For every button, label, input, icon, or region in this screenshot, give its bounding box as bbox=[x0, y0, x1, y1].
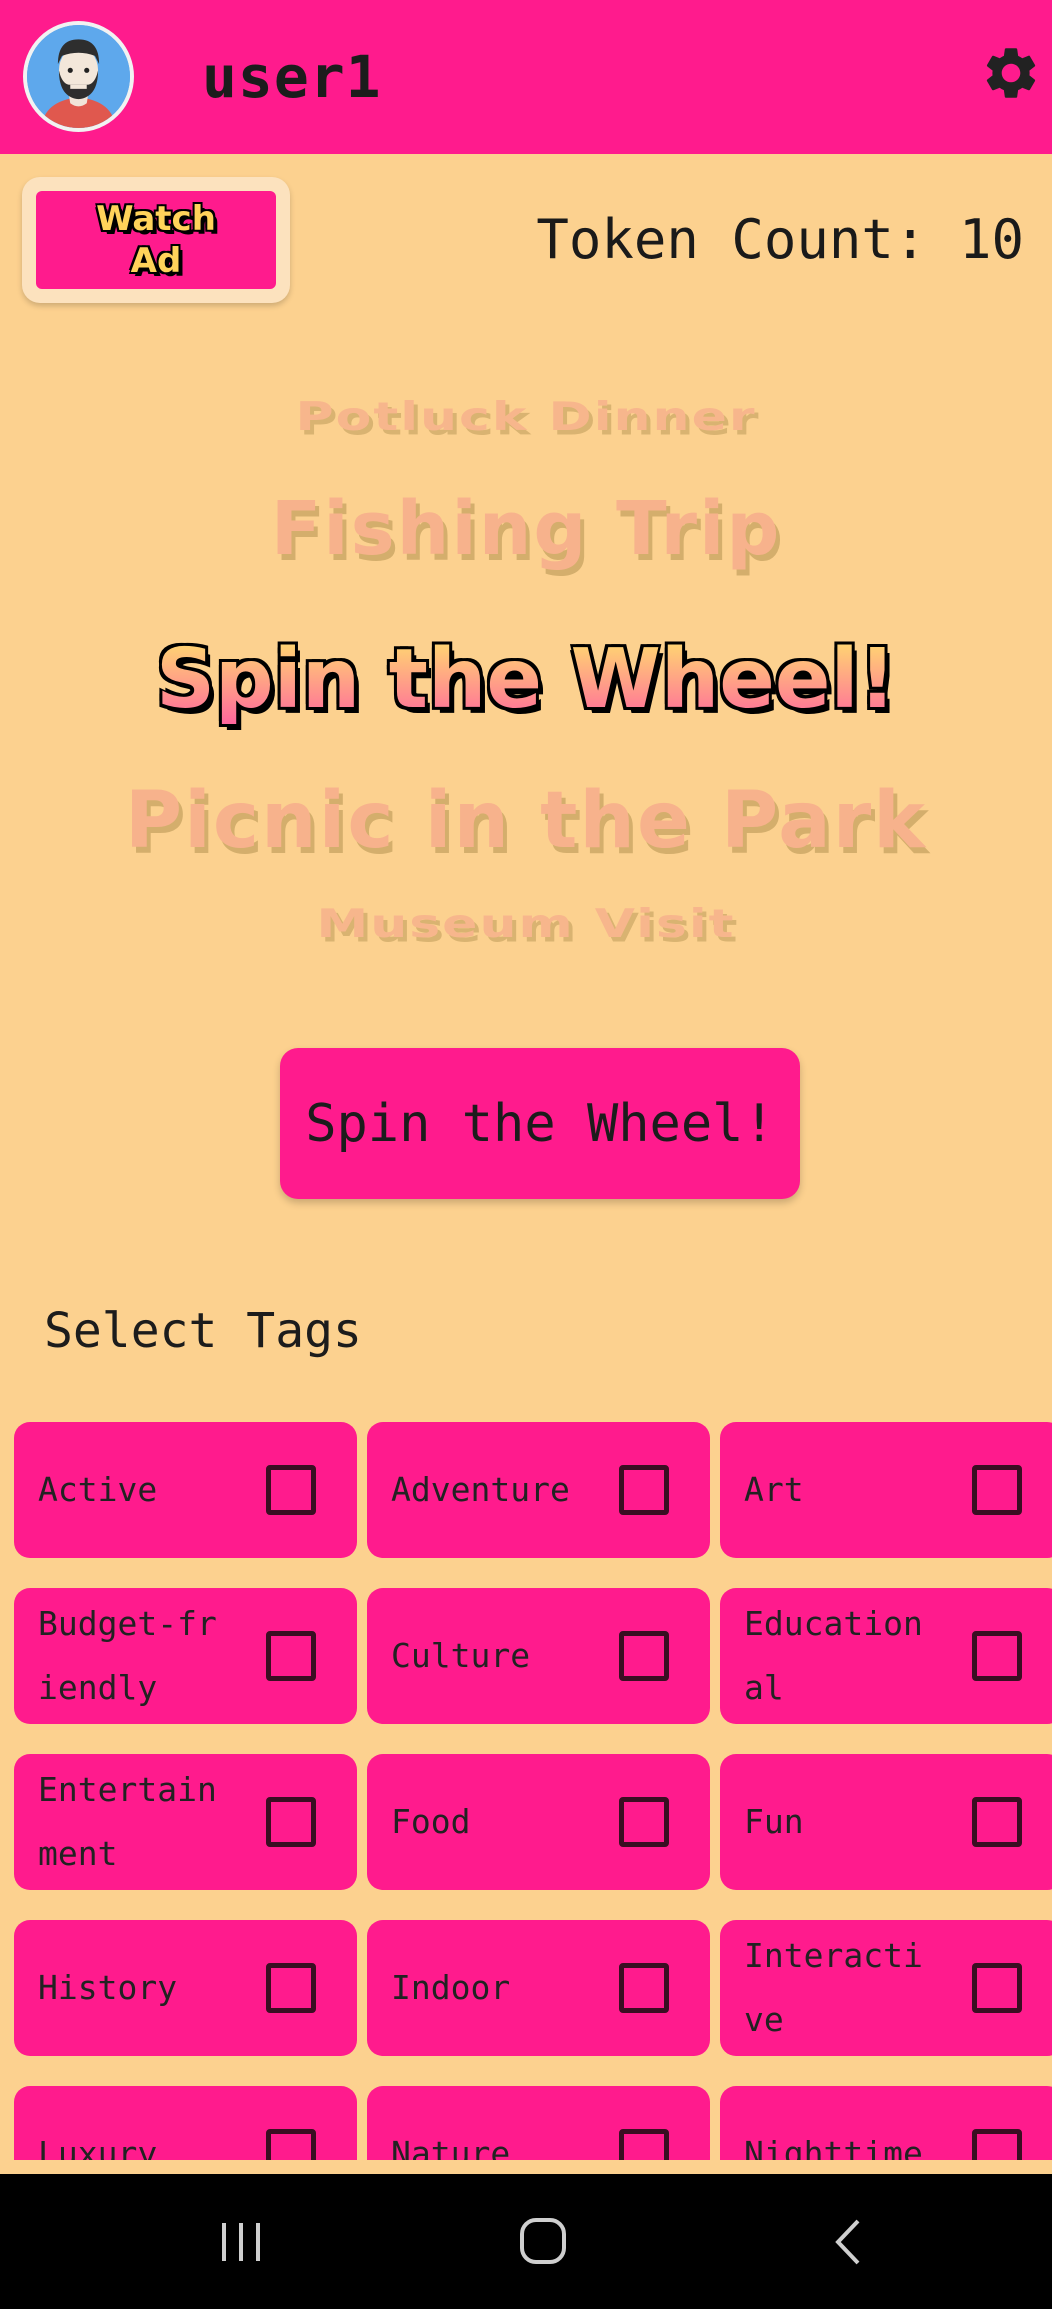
tag-item[interactable]: Nature bbox=[367, 2086, 710, 2160]
avatar-icon[interactable] bbox=[23, 21, 134, 132]
tag-checkbox[interactable] bbox=[619, 1797, 669, 1847]
tag-label: Interactive bbox=[744, 1936, 923, 2039]
tag-label: Luxury bbox=[38, 2134, 158, 2160]
tag-label: Adventure bbox=[391, 1470, 570, 1509]
tag-label: Food bbox=[391, 1802, 471, 1841]
wheel-item: Fishing Trip bbox=[270, 486, 782, 572]
tag-checkbox[interactable] bbox=[619, 1631, 669, 1681]
tag-checkbox[interactable] bbox=[619, 2129, 669, 2160]
wheel-item-selected: Spin the Wheel! bbox=[0, 630, 1052, 730]
tag-checkbox[interactable] bbox=[266, 1465, 316, 1515]
tags-list[interactable]: Active Adventure Art Budget-friendly Culture… bbox=[0, 1408, 1052, 2160]
tag-checkbox[interactable] bbox=[266, 1963, 316, 2013]
tag-checkbox[interactable] bbox=[266, 2129, 316, 2160]
tag-label: Art bbox=[744, 1470, 804, 1509]
tag-checkbox[interactable] bbox=[972, 1797, 1022, 1847]
tag-checkbox[interactable] bbox=[619, 1465, 669, 1515]
watch-ad-button[interactable]: Watch Ad bbox=[22, 177, 290, 303]
tag-item[interactable]: Fun bbox=[720, 1754, 1052, 1890]
tag-item[interactable]: Active bbox=[14, 1422, 357, 1558]
home-icon[interactable] bbox=[483, 2174, 603, 2309]
tag-label: Active bbox=[38, 1470, 158, 1509]
tag-item[interactable]: Nighttime bbox=[720, 2086, 1052, 2160]
wheel-item: Potluck Dinner bbox=[295, 394, 757, 440]
tag-checkbox[interactable] bbox=[972, 1631, 1022, 1681]
tag-label: Entertainment bbox=[38, 1770, 217, 1873]
tag-label: Nature bbox=[391, 2134, 511, 2160]
tags-grid: Active Adventure Art Budget-friendly Culture… bbox=[14, 1422, 1052, 2160]
tag-item[interactable]: Art bbox=[720, 1422, 1052, 1558]
system-nav-bar bbox=[0, 2174, 1052, 2309]
watch-ad-label: Watch Ad bbox=[96, 199, 216, 281]
tag-label: Culture bbox=[391, 1636, 531, 1675]
tag-item[interactable]: Educational bbox=[720, 1588, 1052, 1724]
tag-item[interactable]: History bbox=[14, 1920, 357, 2056]
app-header: user1 bbox=[0, 0, 1052, 154]
wheel-item: Picnic in the Park bbox=[124, 776, 928, 866]
tag-label: Indoor bbox=[391, 1968, 511, 2007]
tag-checkbox[interactable] bbox=[619, 1963, 669, 2013]
tag-checkbox[interactable] bbox=[266, 1797, 316, 1847]
tag-item[interactable]: Culture bbox=[367, 1588, 710, 1724]
tag-checkbox[interactable] bbox=[972, 1963, 1022, 2013]
recent-apps-icon[interactable] bbox=[181, 2174, 301, 2309]
tag-item[interactable]: Adventure bbox=[367, 1422, 710, 1558]
tag-checkbox[interactable] bbox=[266, 1631, 316, 1681]
tag-item[interactable]: Indoor bbox=[367, 1920, 710, 2056]
tag-label: Educational bbox=[744, 1604, 923, 1707]
gear-icon[interactable] bbox=[980, 42, 1042, 104]
back-icon[interactable] bbox=[785, 2174, 905, 2309]
token-count: Token Count: 10 bbox=[536, 208, 1024, 271]
tag-label: Fun bbox=[744, 1802, 804, 1841]
tag-item[interactable]: Entertainment bbox=[14, 1754, 357, 1890]
tag-checkbox[interactable] bbox=[972, 1465, 1022, 1515]
watch-ad-inner: Watch Ad bbox=[36, 191, 276, 289]
tag-label: Nighttime bbox=[744, 2134, 923, 2160]
username: user1 bbox=[202, 43, 382, 111]
tag-checkbox[interactable] bbox=[972, 2129, 1022, 2160]
tag-label: History bbox=[38, 1968, 178, 2007]
tag-item[interactable]: Food bbox=[367, 1754, 710, 1890]
spin-the-wheel-button[interactable]: Spin the Wheel! bbox=[280, 1048, 800, 1199]
tag-item[interactable]: Luxury bbox=[14, 2086, 357, 2160]
wheel-item: Museum Visit bbox=[316, 901, 736, 947]
select-tags-title: Select Tags bbox=[44, 1303, 362, 1359]
tag-item[interactable]: Budget-friendly bbox=[14, 1588, 357, 1724]
tag-item[interactable]: Interactive bbox=[720, 1920, 1052, 2056]
tag-label: Budget-friendly bbox=[38, 1604, 217, 1707]
